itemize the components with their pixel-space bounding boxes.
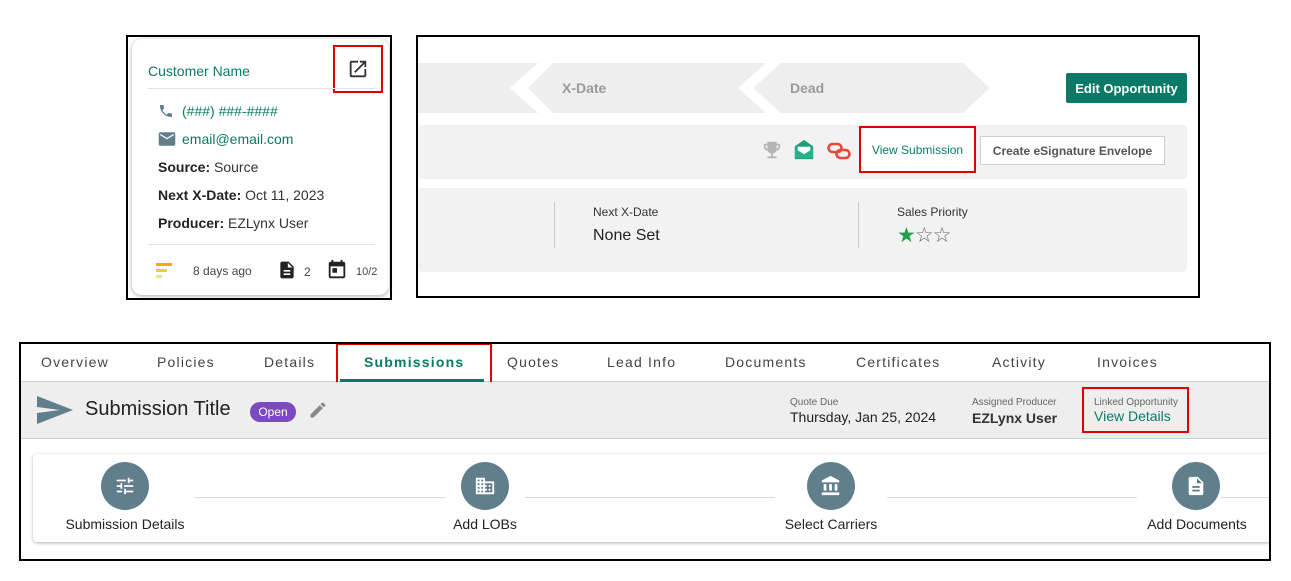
bank-icon [821, 475, 840, 496]
edit-opportunity-button[interactable]: Edit Opportunity [1066, 73, 1187, 103]
tab-quotes[interactable]: Quotes [507, 354, 559, 370]
tune-icon [116, 477, 134, 495]
tab-documents[interactable]: Documents [725, 354, 807, 370]
tab-certificates[interactable]: Certificates [856, 354, 940, 370]
opportunity-info-bar [418, 188, 1187, 272]
building-icon [475, 477, 495, 495]
link-icon[interactable] [827, 141, 851, 161]
star-filled-icon[interactable]: ★ [897, 224, 916, 247]
tab-activity[interactable]: Activity [992, 354, 1046, 370]
sales-priority-label: Sales Priority [897, 205, 968, 219]
step-connector [195, 497, 445, 498]
calendar-icon[interactable] [326, 259, 348, 281]
open-in-new-button[interactable] [333, 45, 383, 93]
step-label: Add Documents [1147, 516, 1247, 532]
email-icon [158, 132, 176, 146]
email-open-icon[interactable] [793, 139, 815, 161]
card-footer-divider [148, 244, 375, 245]
document-icon [1188, 476, 1204, 496]
step-label: Select Carriers [784, 516, 878, 532]
tab-invoices[interactable]: Invoices [1097, 354, 1158, 370]
assigned-producer-label: Assigned Producer [972, 397, 1057, 408]
linked-opportunity-label: Linked Opportunity [1094, 397, 1178, 408]
create-esignature-button[interactable]: Create eSignature Envelope [980, 136, 1165, 165]
star-empty-icon[interactable]: ☆☆ [915, 224, 952, 247]
tab-lead-info[interactable]: Lead Info [607, 354, 676, 370]
tab-overview[interactable]: Overview [41, 354, 109, 370]
tab-highlight-box [336, 344, 492, 385]
submission-panel: Overview Policies Details Submissions Qu… [19, 342, 1271, 561]
opportunity-panel: X-Date Dead Edit Opportunity View Submis… [416, 35, 1200, 298]
producer-row: Producer: EZLynx User [158, 215, 308, 231]
next-xdate-value: Oct 11, 2023 [245, 187, 325, 203]
view-submission-button[interactable]: View Submission [859, 126, 976, 173]
submission-stepper [33, 454, 1269, 542]
calendar-date: 10/2 [356, 266, 378, 278]
submission-title: Submission Title [85, 398, 231, 420]
step-connector [525, 497, 775, 498]
step-add-documents[interactable] [1172, 462, 1220, 510]
next-xdate-value: None Set [593, 227, 660, 244]
quote-due-label: Quote Due [790, 397, 839, 408]
step-label: Add LOBs [453, 516, 517, 532]
customer-card-panel: Customer Name (###) ###-#### email@email… [126, 35, 392, 300]
tab-details[interactable]: Details [264, 354, 315, 370]
stage-progress-bar [418, 63, 990, 113]
step-select-carriers[interactable] [807, 462, 855, 510]
next-xdate-row: Next X-Date: Oct 11, 2023 [158, 187, 324, 203]
quote-due-value: Thursday, Jan 25, 2024 [790, 409, 937, 425]
tab-policies[interactable]: Policies [157, 354, 215, 370]
stage-xdate[interactable]: X-Date [562, 80, 606, 96]
producer-label: Producer: [158, 215, 225, 231]
assigned-producer-value: EZLynx User [972, 410, 1058, 426]
step-label: Submission Details [65, 516, 185, 532]
source-label: Source: [158, 159, 211, 175]
step-connector [1221, 497, 1269, 498]
next-xdate-label: Next X-Date [593, 205, 659, 219]
priority-bars-icon [156, 263, 172, 278]
info-divider [858, 202, 859, 248]
source-row: Source: Source [158, 159, 258, 175]
send-icon [37, 396, 73, 424]
source-value: Source [214, 159, 259, 175]
card-age: 8 days ago [193, 264, 252, 278]
customer-card: Customer Name (###) ###-#### email@email… [132, 39, 389, 295]
sales-priority-rating[interactable]: ★☆☆ [897, 224, 952, 247]
customer-name-link[interactable]: Customer Name [148, 63, 250, 79]
step-submission-details[interactable] [101, 462, 149, 510]
card-divider [148, 88, 375, 89]
stage-dead[interactable]: Dead [790, 80, 824, 96]
document-icon[interactable] [277, 259, 297, 281]
customer-email[interactable]: email@email.com [182, 131, 293, 147]
status-badge: Open [250, 402, 296, 422]
info-divider [554, 202, 555, 248]
view-details-link[interactable]: View Details [1094, 408, 1171, 424]
phone-icon [160, 105, 172, 117]
document-count: 2 [304, 265, 311, 279]
open-in-new-icon [349, 60, 367, 78]
producer-value: EZLynx User [228, 215, 309, 231]
trophy-icon[interactable] [761, 139, 783, 161]
edit-pencil-icon[interactable] [308, 400, 328, 420]
step-connector [887, 497, 1137, 498]
tab-bar: Overview Policies Details Submissions Qu… [21, 344, 1269, 382]
step-add-lobs[interactable] [461, 462, 509, 510]
next-xdate-label: Next X-Date: [158, 187, 242, 203]
customer-phone[interactable]: (###) ###-#### [182, 103, 278, 119]
